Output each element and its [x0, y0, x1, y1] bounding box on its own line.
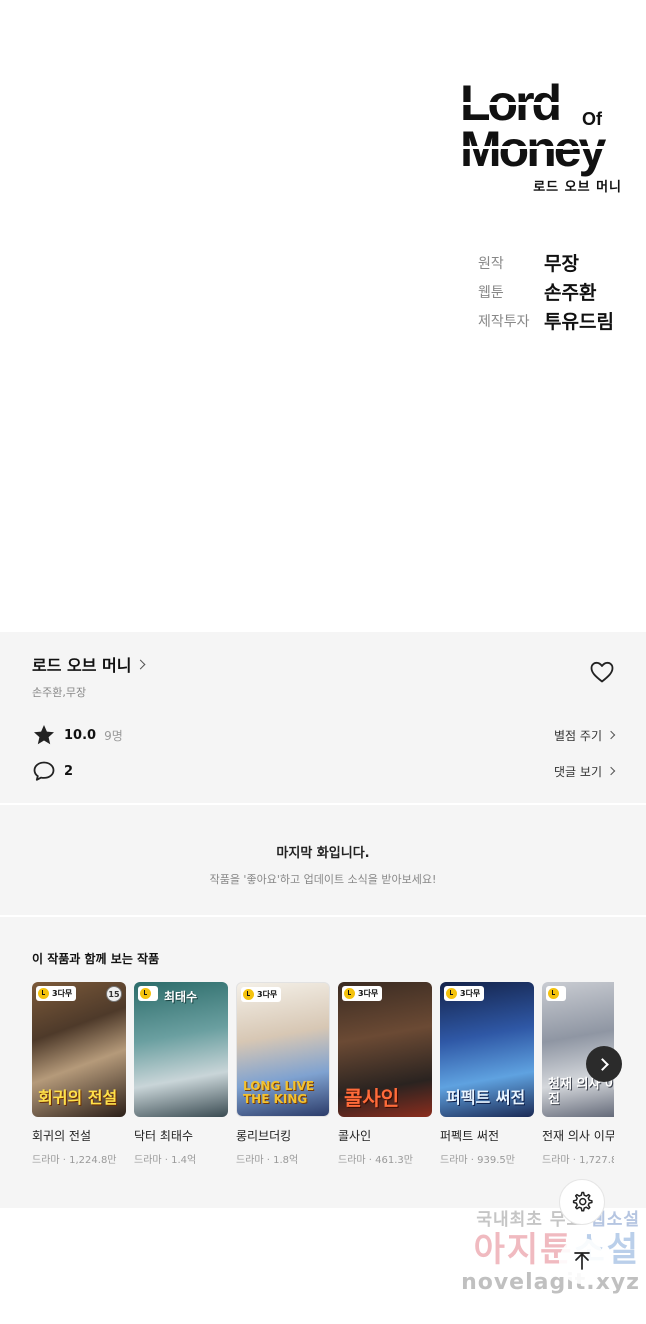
divider — [0, 803, 646, 805]
credit-role: 원작 — [478, 255, 504, 272]
credit-row: 제작투자 투유드림 — [478, 306, 614, 335]
star-icon — [34, 725, 54, 745]
badge-label: 3다무 — [257, 990, 278, 999]
chevron-right-icon — [136, 659, 146, 669]
arrow-up-icon — [574, 1252, 590, 1270]
recommendations-heading: 이 작품과 함께 보는 작품 — [32, 952, 160, 966]
cover-title: 회귀의 전설 — [38, 1088, 118, 1107]
card-meta: 드라마 · 1,224.8만 — [32, 1155, 117, 1166]
clock-icon — [344, 988, 355, 999]
chevron-right-icon — [606, 730, 616, 740]
wait-free-badge — [138, 986, 158, 1001]
view-comments-label: 댓글 보기 — [554, 764, 602, 779]
cover-title: 최태수 — [164, 990, 198, 1004]
recommendation-card[interactable]: 3다무 LONG LIVE THE KING 롱리브더킹 드라마 · 1.8억 — [236, 982, 330, 1166]
comment-icon — [33, 761, 55, 781]
cover-title: 퍼펙트 써전 — [446, 1088, 526, 1107]
comment-count: 2 — [64, 763, 74, 779]
rating-row: 10.0 9명 별점 주기 — [32, 724, 616, 746]
recommendation-card[interactable]: 3다무 퍼펙트 써전 퍼펙트 써전 드라마 · 939.5만 — [440, 982, 534, 1166]
heart-icon[interactable] — [589, 660, 615, 684]
clock-icon — [38, 988, 49, 999]
card-meta: 드라마 · 461.3만 — [338, 1155, 413, 1166]
clock-icon — [140, 988, 151, 999]
card-title: 회귀의 전설 — [32, 1129, 92, 1143]
badge-label: 3다무 — [52, 989, 73, 998]
clock-icon — [446, 988, 457, 999]
wait-free-badge: 3다무 — [342, 986, 383, 1001]
recommendations-carousel: 3다무 15 회귀의 전설 회귀의 전설 드라마 · 1,224.8만 최태수 … — [32, 982, 614, 1172]
credit-name: 무장 — [544, 253, 579, 275]
credit-role: 웹툰 — [478, 284, 504, 301]
rate-button[interactable]: 별점 주기 — [554, 727, 616, 744]
work-authors: 손주환,무장 — [32, 686, 87, 699]
last-episode-notice: 마지막 화입니다. 작품을 '좋아요'하고 업데이트 소식을 받아보세요! — [0, 842, 646, 887]
watermark-line3: novelagit.xyz — [461, 1270, 640, 1295]
card-meta: 드라마 · 939.5만 — [440, 1155, 515, 1166]
wait-free-badge: 3다무 — [241, 987, 282, 1002]
watermark-line2: 아지툰소설 — [440, 1230, 640, 1270]
comment-row: 2 댓글 보기 — [32, 760, 616, 782]
work-title: 로드 오브 머니 — [32, 656, 132, 675]
credit-name: 손주환 — [544, 282, 597, 304]
rating-count: 9명 — [104, 728, 123, 743]
credit-row: 원작 무장 — [478, 248, 614, 277]
clock-icon — [548, 988, 559, 999]
badge-label: 3다무 — [358, 989, 379, 998]
age-rating-badge: 15 — [106, 986, 122, 1002]
card-title: 롱리브더킹 — [236, 1129, 292, 1143]
clock-icon — [243, 989, 254, 1000]
last-episode-subtitle: 작품을 '좋아요'하고 업데이트 소식을 받아보세요! — [209, 873, 437, 886]
cover-thumbnail: 3다무 LONG LIVE THE KING — [236, 982, 330, 1117]
cover-thumbnail: 3다무 콜사인 — [338, 982, 432, 1117]
gear-icon — [572, 1191, 593, 1212]
rating-value: 10.0 — [64, 727, 97, 743]
settings-button[interactable] — [559, 1179, 605, 1225]
chevron-right-icon — [596, 1057, 609, 1071]
cover-thumbnail: 3다무 15 회귀의 전설 — [32, 982, 126, 1117]
watermark-line1: 국내최초 무료 웹소설 — [440, 1205, 640, 1230]
logo-word-money: Money — [460, 121, 606, 177]
wait-free-badge — [546, 986, 566, 1001]
work-title-link[interactable]: 로드 오브 머니 — [32, 652, 146, 676]
comic-logo: Lord Of Money 로드 오브 머니 — [460, 78, 632, 195]
credit-role: 제작투자 — [478, 313, 530, 330]
card-meta: 드라마 · 1.4억 — [134, 1155, 197, 1166]
title-block: 로드 오브 머니 손주환,무장 — [32, 652, 146, 700]
recommendation-card[interactable]: 최태수 닥터 최태수 드라마 · 1.4억 — [134, 982, 228, 1166]
cover-thumbnail: 3다무 퍼펙트 써전 — [440, 982, 534, 1117]
card-meta: 드라마 · 1.8억 — [236, 1155, 299, 1166]
card-title: 닥터 최태수 — [134, 1129, 194, 1143]
logo-scratch — [460, 102, 580, 105]
recommendation-card[interactable]: 3다무 15 회귀의 전설 회귀의 전설 드라마 · 1,224.8만 — [32, 982, 126, 1166]
logo-subtitle: 로드 오브 머니 — [533, 180, 622, 195]
cover-title: LONG LIVE THE KING — [243, 1079, 315, 1106]
credit-row: 웹툰 손주환 — [478, 277, 614, 306]
work-info-section: 로드 오브 머니 손주환,무장 10.0 9명 별점 주기 2 댓글 보기 마지… — [0, 632, 646, 1208]
card-meta: 드라마 · 1,727.8 — [542, 1155, 614, 1166]
view-comments-button[interactable]: 댓글 보기 — [554, 763, 616, 780]
cover-title: 콜사인 — [344, 1086, 400, 1110]
credits: 원작 무장 웹툰 손주환 제작투자 투유드림 — [478, 248, 614, 335]
carousel-next-button[interactable] — [586, 1046, 622, 1082]
wait-free-badge: 3다무 — [36, 986, 77, 1001]
recommendation-card[interactable]: 3다무 콜사인 콜사인 드라마 · 461.3만 — [338, 982, 432, 1166]
badge-label: 3다무 — [460, 989, 481, 998]
wait-free-badge: 3다무 — [444, 986, 485, 1001]
logo-scratch — [460, 146, 625, 149]
comic-panel: Lord Of Money 로드 오브 머니 원작 무장 웹툰 손주환 제작투자… — [0, 0, 646, 632]
scroll-to-top-button[interactable] — [559, 1238, 605, 1284]
cover-thumbnail: 최태수 — [134, 982, 228, 1117]
card-title: 콜사인 — [338, 1129, 372, 1143]
divider — [0, 915, 646, 917]
watermark: 국내최초 무료 웹소설 아지툰소설 novelagit.xyz — [440, 1205, 640, 1295]
card-title: 전재 의사 이무 — [542, 1129, 614, 1143]
credit-name: 투유드림 — [544, 311, 614, 333]
card-title: 퍼펙트 써전 — [440, 1129, 500, 1143]
chevron-right-icon — [606, 766, 616, 776]
rate-button-label: 별점 주기 — [554, 728, 602, 743]
last-episode-title: 마지막 화입니다. — [276, 846, 370, 861]
